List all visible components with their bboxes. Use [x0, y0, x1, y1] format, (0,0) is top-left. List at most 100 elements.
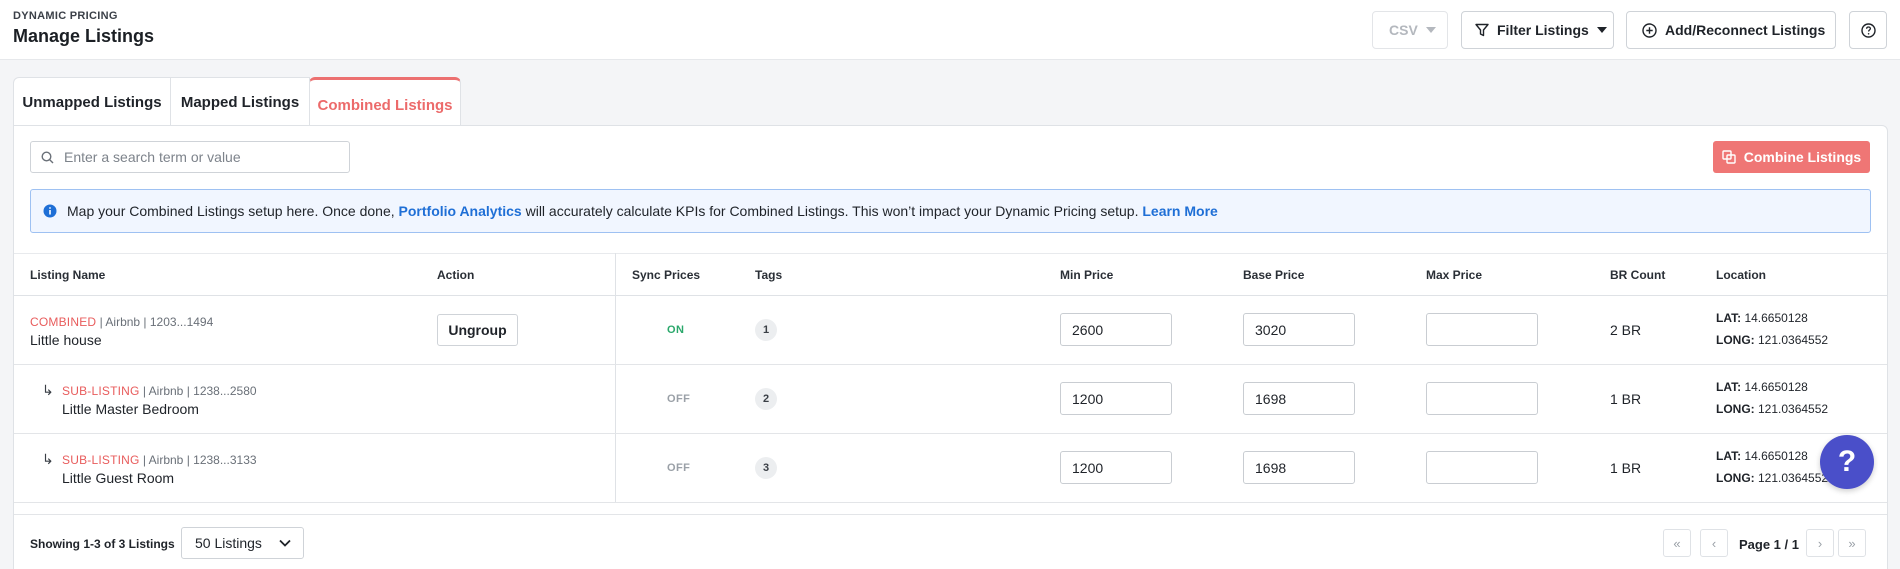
- base-price-input[interactable]: [1243, 313, 1355, 346]
- table-header: Listing Name Action Sync Prices Tags Min…: [14, 253, 1887, 296]
- long-value: 121.0364552: [1754, 471, 1829, 485]
- long-label: LONG:: [1716, 402, 1755, 416]
- sub-listing-arrow-icon: ↳: [42, 451, 54, 467]
- add-label: Add/Reconnect Listings: [1665, 22, 1826, 38]
- br-count: 1 BR: [1610, 460, 1642, 476]
- br-count: 1 BR: [1610, 391, 1642, 407]
- max-price-input[interactable]: [1426, 451, 1538, 484]
- ungroup-button[interactable]: Ungroup: [437, 314, 518, 346]
- chevron-down-icon: [279, 539, 291, 547]
- sync-status[interactable]: OFF: [667, 393, 690, 405]
- first-page-button[interactable]: «: [1663, 529, 1691, 557]
- col-base-price[interactable]: Base Price: [1243, 268, 1304, 282]
- listing-source: | Airbnb | 1238...2580: [139, 384, 257, 398]
- help-circle-icon: [1860, 22, 1876, 38]
- location-lat: LAT: 14.6650128: [1716, 311, 1808, 325]
- col-min-price[interactable]: Min Price: [1060, 268, 1113, 282]
- long-label: LONG:: [1716, 333, 1755, 347]
- plus-circle-icon: [1642, 22, 1657, 38]
- long-value: 121.0364552: [1754, 402, 1829, 416]
- max-price-input[interactable]: [1426, 382, 1538, 415]
- section-eyebrow: DYNAMIC PRICING: [13, 10, 118, 22]
- csv-label: CSV: [1389, 22, 1418, 38]
- combine-listings-button[interactable]: Combine Listings: [1713, 141, 1870, 173]
- listing-meta: SUB-LISTING | Airbnb | 1238...2580: [62, 384, 257, 398]
- col-location: Location: [1716, 268, 1766, 282]
- combine-label: Combine Listings: [1743, 149, 1862, 165]
- page-indicator: Page 1 / 1: [1739, 537, 1799, 552]
- csv-button[interactable]: CSV: [1372, 11, 1448, 49]
- showing-count: Showing 1-3 of 3 Listings: [30, 537, 175, 551]
- table-row: ↳ SUB-LISTING | Airbnb | 1238...3133 Lit…: [14, 434, 1887, 503]
- col-max-price[interactable]: Max Price: [1426, 268, 1482, 282]
- filter-listings-button[interactable]: Filter Listings: [1461, 11, 1614, 49]
- tags-badge[interactable]: 3: [755, 457, 777, 479]
- search-input[interactable]: [64, 149, 334, 165]
- listing-name: Little Guest Room: [62, 470, 175, 486]
- next-page-button[interactable]: ›: [1806, 529, 1834, 557]
- location-lat: LAT: 14.6650128: [1716, 449, 1808, 463]
- caret-down-icon: [1425, 27, 1436, 33]
- long-value: 121.0364552: [1754, 333, 1829, 347]
- listing-kind: COMBINED: [30, 315, 97, 329]
- info-text-after: will accurately calculate KPIs for Combi…: [521, 203, 1143, 219]
- location-long: LONG: 121.0364552: [1716, 471, 1828, 485]
- lat-value: 14.6650128: [1741, 449, 1808, 463]
- filter-icon: [1475, 23, 1489, 37]
- location-long: LONG: 121.0364552: [1716, 402, 1828, 416]
- portfolio-analytics-link[interactable]: Portfolio Analytics: [399, 203, 522, 219]
- per-page-select[interactable]: 50 Listings: [181, 527, 304, 559]
- col-br-count[interactable]: BR Count: [1610, 268, 1665, 282]
- col-listing-name[interactable]: Listing Name: [30, 268, 105, 282]
- table-row: COMBINED | Airbnb | 1203...1494 Little h…: [14, 296, 1887, 365]
- base-price-input[interactable]: [1243, 451, 1355, 484]
- lat-value: 14.6650128: [1741, 311, 1808, 325]
- location-lat: LAT: 14.6650128: [1716, 380, 1808, 394]
- learn-more-link[interactable]: Learn More: [1142, 203, 1217, 219]
- page-title: Manage Listings: [13, 26, 155, 46]
- col-sync-prices: Sync Prices: [632, 268, 701, 282]
- copy-icon: [1722, 150, 1736, 164]
- floating-help-button[interactable]: ?: [1820, 435, 1874, 489]
- col-action: Action: [437, 268, 475, 282]
- page-header: DYNAMIC PRICING Manage Listings CSV Filt…: [0, 0, 1900, 60]
- help-button[interactable]: [1849, 11, 1887, 49]
- lat-label: LAT:: [1716, 449, 1742, 463]
- tab-unmapped-listings[interactable]: Unmapped Listings: [13, 77, 171, 126]
- table-row: ↳ SUB-LISTING | Airbnb | 1238...2580 Lit…: [14, 365, 1887, 434]
- last-page-button[interactable]: »: [1838, 529, 1866, 557]
- tab-mapped-listings[interactable]: Mapped Listings: [170, 77, 310, 126]
- sub-listing-arrow-icon: ↳: [42, 382, 54, 398]
- min-price-input[interactable]: [1060, 382, 1172, 415]
- base-price-input[interactable]: [1243, 382, 1355, 415]
- prev-page-button[interactable]: ‹: [1700, 529, 1728, 557]
- search-icon: [41, 150, 54, 163]
- lat-value: 14.6650128: [1741, 380, 1808, 394]
- info-icon: [43, 204, 57, 218]
- listing-meta: SUB-LISTING | Airbnb | 1238...3133: [62, 453, 257, 467]
- min-price-input[interactable]: [1060, 313, 1172, 346]
- br-count: 2 BR: [1610, 322, 1642, 338]
- tags-badge[interactable]: 2: [755, 388, 777, 410]
- location-long: LONG: 121.0364552: [1716, 333, 1828, 347]
- col-tags: Tags: [755, 268, 783, 282]
- per-page-value: 50 Listings: [195, 535, 262, 551]
- listing-name: Little house: [30, 332, 102, 348]
- tags-badge[interactable]: 1: [755, 319, 777, 341]
- listing-meta: COMBINED | Airbnb | 1203...1494: [30, 315, 213, 329]
- info-text-before: Map your Combined Listings setup here. O…: [67, 203, 395, 219]
- listing-source: | Airbnb | 1238...3133: [139, 453, 257, 467]
- listing-kind: SUB-LISTING: [62, 453, 140, 467]
- min-price-input[interactable]: [1060, 451, 1172, 484]
- tab-combined-listings[interactable]: Combined Listings: [309, 77, 461, 127]
- add-reconnect-listings-button[interactable]: Add/Reconnect Listings: [1626, 11, 1836, 49]
- listing-kind: SUB-LISTING: [62, 384, 140, 398]
- max-price-input[interactable]: [1426, 313, 1538, 346]
- lat-label: LAT:: [1716, 311, 1742, 325]
- sync-status[interactable]: OFF: [667, 462, 690, 474]
- footer-divider: [14, 514, 1887, 515]
- search-box[interactable]: [30, 141, 350, 173]
- caret-down-icon: [1596, 27, 1607, 33]
- listing-name: Little Master Bedroom: [62, 401, 199, 417]
- sync-status[interactable]: ON: [667, 324, 684, 336]
